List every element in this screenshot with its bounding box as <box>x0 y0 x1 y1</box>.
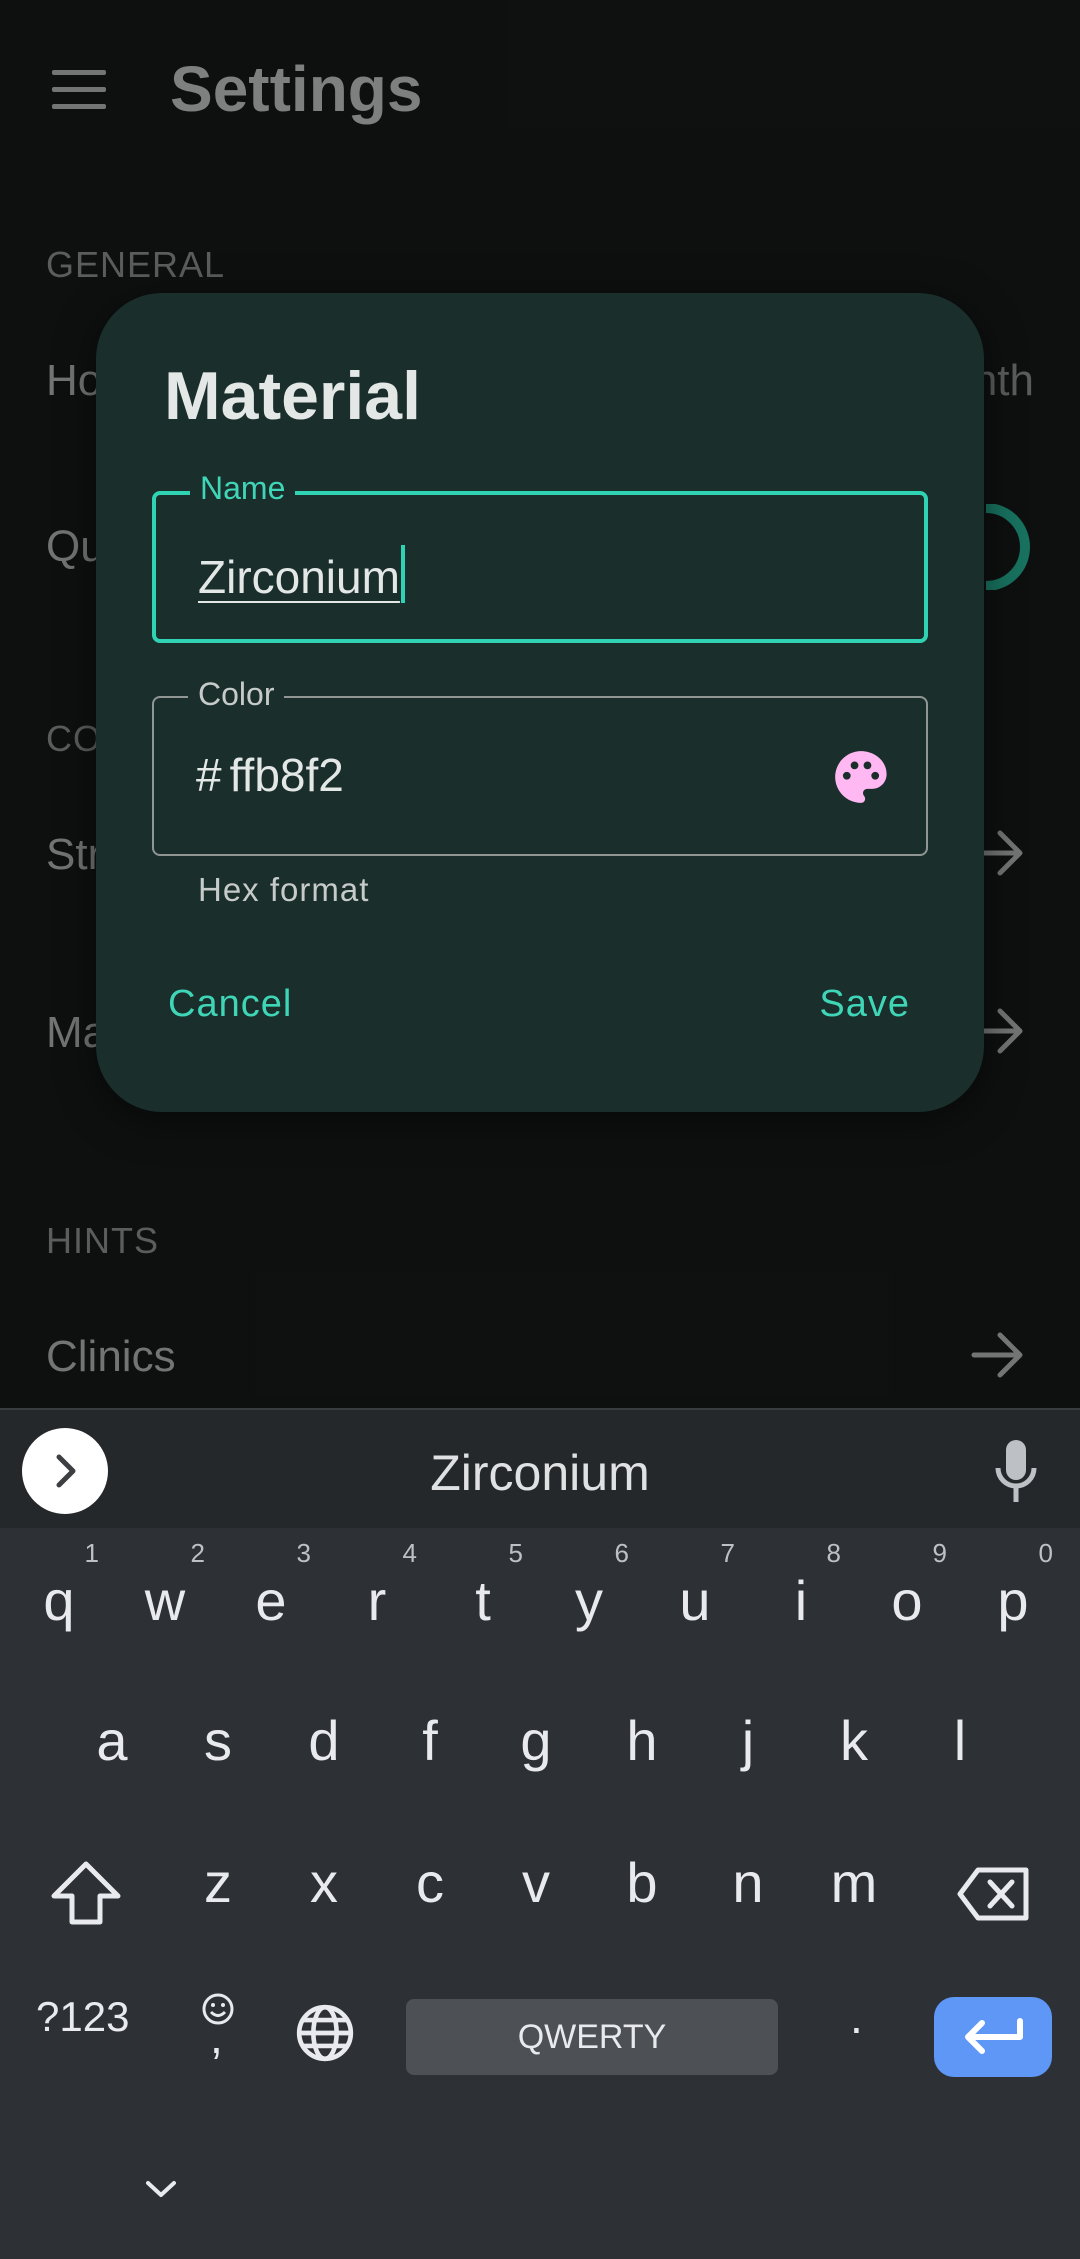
key-c[interactable]: c <box>380 1820 480 1930</box>
name-input-text: Zirconium <box>198 551 400 603</box>
name-field[interactable]: Name Zirconium <box>152 470 928 643</box>
color-field-value[interactable]: # ffb8f2 <box>196 748 344 802</box>
key-r[interactable]: r4 <box>327 1538 427 1648</box>
enter-key[interactable] <box>934 1997 1052 2077</box>
color-field[interactable]: Color # ffb8f2 <box>152 676 928 856</box>
color-input-text: ffb8f2 <box>229 749 344 801</box>
key-a[interactable]: a <box>62 1678 162 1788</box>
key-g[interactable]: g <box>486 1678 586 1788</box>
color-field-label: Color <box>188 676 285 713</box>
text-cursor <box>400 545 405 603</box>
period-key[interactable]: . <box>850 1990 863 2044</box>
key-k[interactable]: k <box>804 1678 904 1788</box>
key-j[interactable]: j <box>698 1678 798 1788</box>
key-y[interactable]: y6 <box>539 1538 639 1648</box>
key-n[interactable]: n <box>698 1820 798 1930</box>
key-l[interactable]: l <box>910 1678 1010 1788</box>
key-s[interactable]: s <box>168 1678 268 1788</box>
enter-icon <box>965 2018 1023 2054</box>
key-u[interactable]: u7 <box>645 1538 745 1648</box>
color-helper-text: Hex format <box>198 871 370 908</box>
name-field-label: Name <box>190 470 296 507</box>
key-z[interactable]: z <box>168 1820 268 1930</box>
key-v[interactable]: v <box>486 1820 586 1930</box>
key-p[interactable]: p0 <box>963 1538 1063 1648</box>
key-q[interactable]: q1 <box>9 1538 109 1648</box>
save-button[interactable]: Save <box>819 983 910 1026</box>
key-t[interactable]: t5 <box>433 1538 533 1648</box>
material-dialog: Material Name Zirconium Color # ffb8f2 He… <box>96 293 984 1112</box>
key-o[interactable]: o9 <box>857 1538 957 1648</box>
name-field-value[interactable]: Zirconium <box>198 545 405 604</box>
palette-icon[interactable] <box>830 746 892 808</box>
key-b[interactable]: b <box>592 1820 692 1930</box>
suggestion-bar: Zirconium <box>0 1408 1080 1528</box>
symbols-key[interactable]: ?123 <box>36 1993 129 2041</box>
dialog-title: Material <box>164 358 421 434</box>
key-f[interactable]: f <box>380 1678 480 1788</box>
shift-icon[interactable] <box>48 1860 124 1926</box>
cancel-button[interactable]: Cancel <box>168 983 292 1026</box>
chevron-down-icon[interactable] <box>144 2178 178 2200</box>
word-suggestion[interactable]: Zirconium <box>0 1444 1080 1502</box>
key-e[interactable]: e3 <box>221 1538 321 1648</box>
key-h[interactable]: h <box>592 1678 692 1788</box>
hex-prefix: # <box>196 749 222 801</box>
globe-icon[interactable] <box>294 2002 356 2064</box>
key-i[interactable]: i8 <box>751 1538 851 1648</box>
key-w[interactable]: w2 <box>115 1538 215 1648</box>
microphone-icon[interactable] <box>992 1438 1040 1504</box>
space-key[interactable]: QWERTY <box>406 1999 778 2075</box>
key-x[interactable]: x <box>274 1820 374 1930</box>
key-d[interactable]: d <box>274 1678 374 1788</box>
key-m[interactable]: m <box>804 1820 904 1930</box>
comma-key[interactable]: , <box>210 2010 223 2064</box>
backspace-icon[interactable] <box>956 1866 1032 1922</box>
